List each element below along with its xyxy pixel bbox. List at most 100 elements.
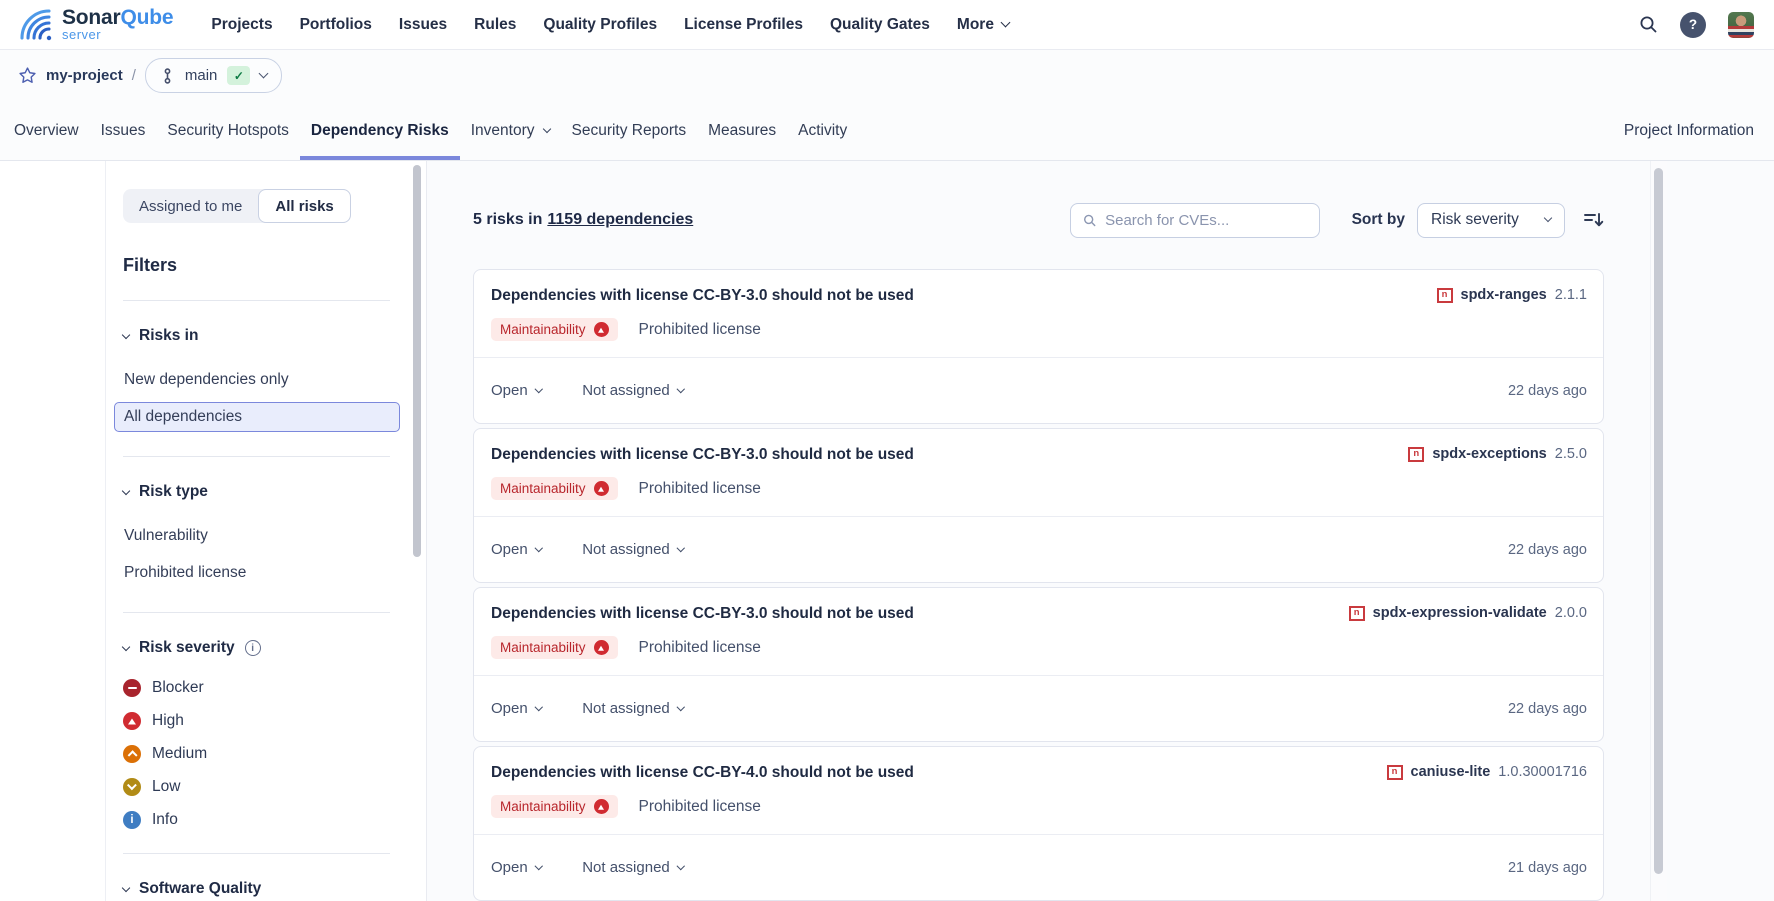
user-avatar[interactable] — [1728, 12, 1754, 38]
tab-security-reports[interactable]: Security Reports — [561, 101, 698, 160]
package-chip[interactable]: spdx-exceptions 2.5.0 — [1408, 446, 1587, 462]
filter-option-all-dependencies[interactable]: All dependencies — [114, 402, 400, 432]
cve-search-input[interactable] — [1105, 212, 1307, 229]
section-risk-type[interactable]: Risk type — [123, 483, 390, 501]
chevron-down-icon — [1544, 214, 1552, 222]
nav-item-issues[interactable]: Issues — [399, 16, 447, 34]
sidebar-scrollbar[interactable] — [413, 165, 421, 557]
filter-option-new-dependencies[interactable]: New dependencies only — [114, 365, 400, 395]
divider — [123, 300, 390, 301]
assigned-to-me-toggle[interactable]: Assigned to me — [123, 189, 258, 223]
info-icon[interactable] — [245, 640, 261, 656]
risk-card: Dependencies with license CC-BY-3.0 shou… — [473, 269, 1604, 424]
severity-option-low[interactable]: Low — [123, 778, 390, 796]
risk-type-label: Prohibited license — [639, 321, 761, 339]
risk-title[interactable]: Dependencies with license CC-BY-4.0 shou… — [491, 764, 914, 782]
chevron-down-icon — [535, 385, 543, 393]
filter-option-vulnerability[interactable]: Vulnerability — [114, 521, 400, 551]
low-severity-icon — [123, 778, 141, 796]
risk-type-label: Prohibited license — [639, 480, 761, 498]
tab-overview[interactable]: Overview — [3, 101, 90, 160]
tab-dependency-risks[interactable]: Dependency Risks — [300, 101, 460, 160]
nav-item-projects[interactable]: Projects — [211, 16, 272, 34]
severity-option-info[interactable]: Info — [123, 811, 390, 829]
chevron-down-icon — [542, 124, 550, 132]
severity-option-high[interactable]: High — [123, 712, 390, 730]
assignee-dropdown[interactable]: Not assigned — [582, 700, 683, 717]
risk-age: 21 days ago — [1508, 860, 1587, 876]
severity-option-medium[interactable]: Medium — [123, 745, 390, 763]
nav-item-quality-profiles[interactable]: Quality Profiles — [543, 16, 657, 34]
section-risks-in[interactable]: Risks in — [123, 327, 390, 345]
high-severity-icon — [594, 640, 609, 655]
nav-item-more[interactable]: More — [957, 16, 1009, 34]
chevron-down-icon — [535, 544, 543, 552]
package-version: 1.0.30001716 — [1498, 764, 1587, 780]
chevron-down-icon — [122, 884, 130, 892]
assignee-dropdown[interactable]: Not assigned — [582, 382, 683, 399]
risk-age: 22 days ago — [1508, 383, 1587, 399]
filter-option-prohibited-license[interactable]: Prohibited license — [114, 558, 400, 588]
dependencies-count-link[interactable]: 1159 dependencies — [547, 211, 693, 228]
main-scrollbar[interactable] — [1654, 168, 1663, 874]
tab-inventory[interactable]: Inventory — [460, 101, 561, 160]
risk-title[interactable]: Dependencies with license CC-BY-3.0 shou… — [491, 287, 914, 305]
tab-activity[interactable]: Activity — [787, 101, 858, 160]
package-chip[interactable]: caniuse-lite 1.0.30001716 — [1387, 764, 1587, 780]
medium-severity-icon — [123, 745, 141, 763]
tab-security-hotspots[interactable]: Security Hotspots — [156, 101, 299, 160]
all-risks-toggle[interactable]: All risks — [258, 189, 350, 223]
software-quality-badge: Maintainability — [491, 318, 618, 341]
risk-card: Dependencies with license CC-BY-4.0 shou… — [473, 746, 1604, 901]
top-navbar: SonarQube server Projects Portfolios Iss… — [0, 0, 1774, 50]
chevron-down-icon — [122, 643, 130, 651]
nav-item-portfolios[interactable]: Portfolios — [300, 16, 372, 34]
status-dropdown[interactable]: Open — [491, 859, 541, 876]
assignee-dropdown[interactable]: Not assigned — [582, 541, 683, 558]
risk-count-summary: 5 risks in1159 dependencies — [473, 211, 693, 229]
package-chip[interactable]: spdx-ranges 2.1.1 — [1437, 287, 1587, 303]
filters-heading: Filters — [123, 255, 390, 276]
sort-direction-button[interactable] — [1584, 211, 1604, 229]
risk-title[interactable]: Dependencies with license CC-BY-3.0 shou… — [491, 446, 914, 464]
package-name: spdx-exceptions — [1432, 446, 1546, 462]
sonarqube-dependency-risks-page: SonarQube server Projects Portfolios Iss… — [0, 0, 1774, 901]
chevron-down-icon — [677, 862, 685, 870]
branch-icon — [160, 68, 175, 84]
risk-title[interactable]: Dependencies with license CC-BY-3.0 shou… — [491, 605, 914, 623]
project-breadcrumb-bar: my-project / main — [0, 50, 1774, 101]
global-nav: Projects Portfolios Issues Rules Quality… — [211, 16, 1009, 34]
risk-card: Dependencies with license CC-BY-3.0 shou… — [473, 428, 1604, 583]
project-name-link[interactable]: my-project — [46, 67, 123, 84]
tab-issues[interactable]: Issues — [90, 101, 157, 160]
status-dropdown[interactable]: Open — [491, 700, 541, 717]
nav-item-quality-gates[interactable]: Quality Gates — [830, 16, 930, 34]
search-icon — [1083, 213, 1097, 228]
section-software-quality[interactable]: Software Quality — [123, 880, 390, 898]
assignee-dropdown[interactable]: Not assigned — [582, 859, 683, 876]
nav-item-license-profiles[interactable]: License Profiles — [684, 16, 803, 34]
nav-item-rules[interactable]: Rules — [474, 16, 516, 34]
chevron-down-icon — [535, 862, 543, 870]
status-dropdown[interactable]: Open — [491, 382, 541, 399]
help-icon[interactable] — [1680, 12, 1706, 38]
package-chip[interactable]: spdx-expression-validate 2.0.0 — [1349, 605, 1587, 621]
branch-selector[interactable]: main — [145, 58, 283, 93]
project-tabs: Overview Issues Security Hotspots Depend… — [0, 101, 1774, 161]
sonarqube-logo[interactable]: SonarQube server — [18, 7, 173, 43]
section-risk-severity[interactable]: Risk severity — [123, 639, 390, 657]
severity-option-blocker[interactable]: Blocker — [123, 679, 390, 697]
risk-age: 22 days ago — [1508, 701, 1587, 717]
divider — [123, 456, 390, 457]
risk-scope-toggle: Assigned to me All risks — [123, 189, 351, 223]
status-dropdown[interactable]: Open — [491, 541, 541, 558]
sonar-waves-icon — [18, 7, 54, 43]
sort-select[interactable]: Risk severity — [1417, 203, 1565, 238]
favorite-star-icon[interactable] — [18, 66, 37, 85]
tab-measures[interactable]: Measures — [697, 101, 787, 160]
info-severity-icon — [123, 811, 141, 829]
search-icon[interactable] — [1639, 15, 1658, 34]
project-information-link[interactable]: Project Information — [1624, 101, 1754, 160]
risk-type-label: Prohibited license — [639, 639, 761, 657]
high-severity-icon — [594, 481, 609, 496]
